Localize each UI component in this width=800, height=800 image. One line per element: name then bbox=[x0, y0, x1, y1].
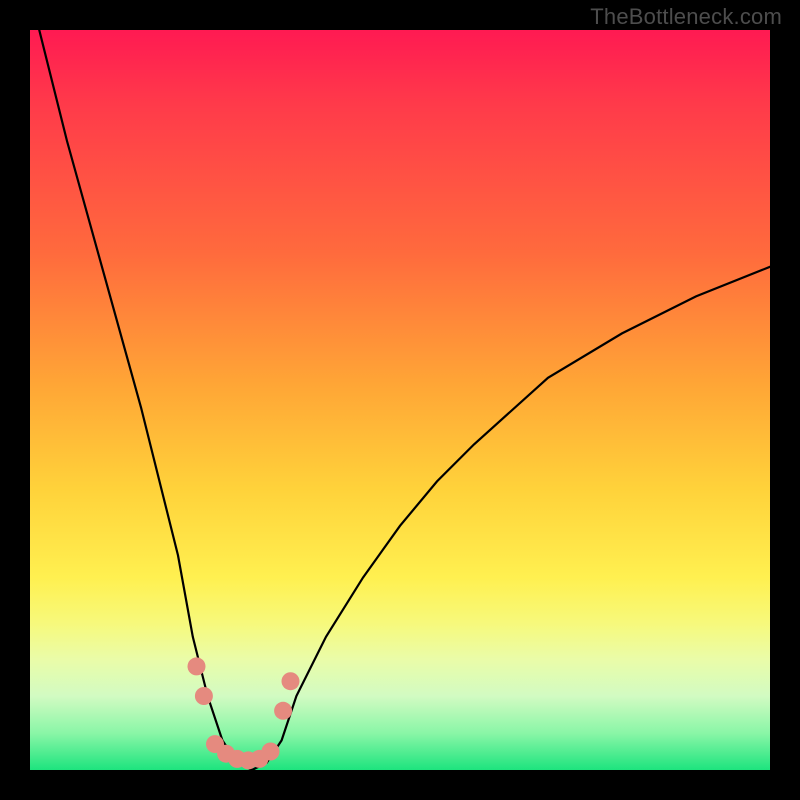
watermark-text: TheBottleneck.com bbox=[590, 4, 782, 30]
plot-area bbox=[30, 30, 770, 770]
chart-frame: TheBottleneck.com bbox=[0, 0, 800, 800]
heat-gradient-background bbox=[30, 30, 770, 770]
